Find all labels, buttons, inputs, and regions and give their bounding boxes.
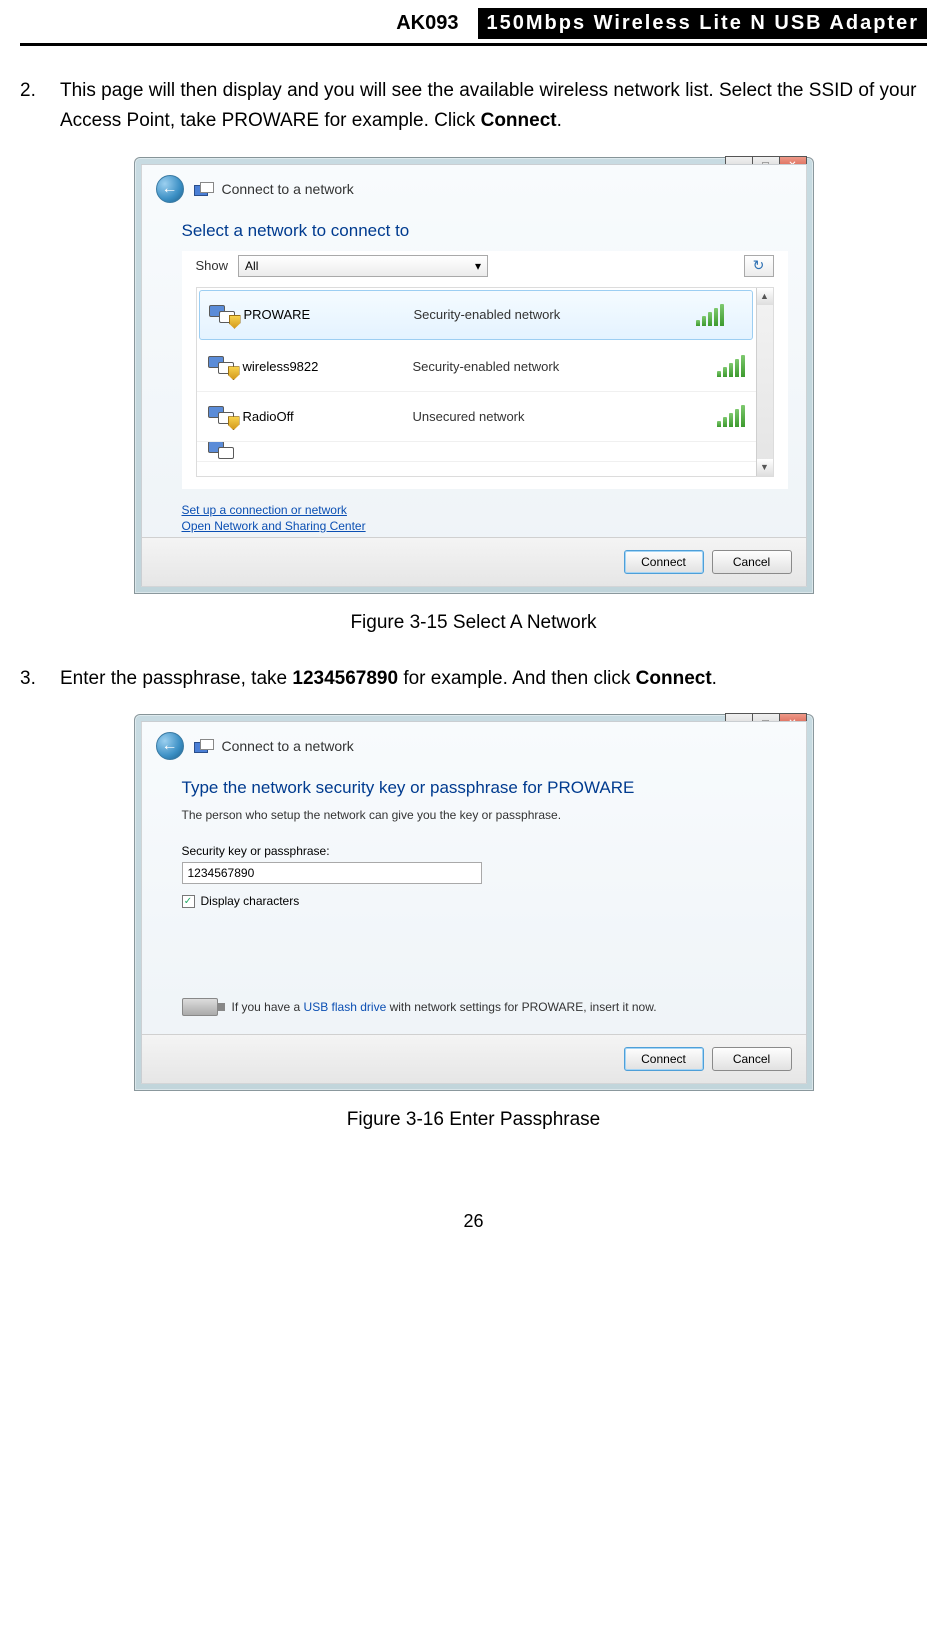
step-3-bold-1: 1234567890 [292,668,398,689]
window-title: Connect to a network [222,181,354,197]
signal-strength-icon [696,304,724,326]
usb-flash-drive-link[interactable]: USB flash drive [304,1000,387,1014]
usb-drive-icon [182,998,218,1016]
network-icon [194,182,212,196]
network-name: wireless9822 [243,359,413,374]
step-3-after: . [712,668,717,689]
step-2-body: This page will then display and you will… [60,76,927,137]
below-links: Set up a connection or network Open Netw… [182,503,788,533]
network-icon [194,739,212,753]
network-name: RadioOff [243,409,413,424]
header-model: AK093 [396,12,458,35]
usb-hint-row: If you have a USB flash drive with netwo… [182,998,788,1016]
network-item-partial[interactable] [197,442,773,462]
page-number: 26 [20,1211,927,1232]
network-desc: Security-enabled network [413,359,717,374]
step-3: 3. Enter the passphrase, take 1234567890… [20,664,927,694]
cancel-button[interactable]: Cancel [712,550,792,574]
window-titlebar: ← Connect to a network [142,165,806,213]
window-titlebar: ← Connect to a network [142,722,806,770]
step-2-number: 2. [20,76,60,137]
display-characters-label: Display characters [201,894,300,908]
figure-caption-1: Figure 3-15 Select A Network [20,612,927,634]
passphrase-input[interactable]: 1234567890 [182,862,482,884]
network-unsecured-icon [205,402,243,430]
step-3-number: 3. [20,664,60,694]
display-characters-checkbox[interactable]: ✓ [182,895,195,908]
usb-hint-after: with network settings for PROWARE, inser… [386,1000,656,1014]
signal-strength-icon [717,355,745,377]
network-item-radiooff[interactable]: RadioOff Unsecured network [197,392,773,442]
passphrase-subtext: The person who setup the network can giv… [182,808,788,822]
show-dropdown[interactable]: All ▾ [238,255,488,277]
step-2: 2. This page will then display and you w… [20,76,927,137]
network-secured-icon [206,301,244,329]
back-button[interactable]: ← [156,732,184,760]
open-sharing-center-link[interactable]: Open Network and Sharing Center [182,519,366,533]
enter-passphrase-window: ─ □ ✕ ← Connect to a network Type the ne… [134,714,814,1091]
passphrase-form: Security key or passphrase: 1234567890 ✓… [182,844,788,908]
scroll-up-icon[interactable]: ▲ [757,288,773,305]
back-button[interactable]: ← [156,175,184,203]
show-label: Show [196,258,229,273]
button-row: Connect Cancel [142,537,806,586]
network-icon [205,442,243,462]
cancel-button[interactable]: Cancel [712,1047,792,1071]
network-desc: Security-enabled network [414,307,696,322]
chevron-down-icon: ▾ [475,259,481,273]
step-3-body: Enter the passphrase, take 1234567890 fo… [60,664,927,694]
usb-hint-before: If you have a [232,1000,304,1014]
step-3-text-1: Enter the passphrase, take [60,668,292,689]
passphrase-heading: Type the network security key or passphr… [182,778,788,798]
scroll-down-icon[interactable]: ▼ [757,459,773,476]
show-dropdown-value: All [245,259,258,273]
button-row: Connect Cancel [142,1034,806,1083]
refresh-icon: ↻ [753,257,765,274]
passphrase-field-label: Security key or passphrase: [182,844,788,858]
network-pane: Show All ▾ ↻ ▲ ▼ [182,251,788,489]
network-item-wireless9822[interactable]: wireless9822 Security-enabled network [197,342,773,392]
window-title: Connect to a network [222,738,354,754]
network-name: PROWARE [244,307,414,322]
step-2-bold: Connect [481,110,557,131]
display-characters-row: ✓ Display characters [182,894,788,908]
header-product: 150Mbps Wireless Lite N USB Adapter [478,8,927,39]
select-network-heading: Select a network to connect to [182,221,788,241]
figure-caption-2: Figure 3-16 Enter Passphrase [20,1109,927,1131]
step-3-bold-2: Connect [636,668,712,689]
signal-strength-icon [717,405,745,427]
network-desc: Unsecured network [413,409,717,424]
setup-connection-link[interactable]: Set up a connection or network [182,503,347,517]
arrow-left-icon: ← [162,180,178,198]
connect-button[interactable]: Connect [624,550,704,574]
network-secured-icon [205,352,243,380]
select-network-window: ─ □ ✕ ← Connect to a network Select a ne… [134,157,814,594]
step-3-mid: for example. And then click [398,668,636,689]
page-header: AK093 150Mbps Wireless Lite N USB Adapte… [20,0,927,46]
arrow-left-icon: ← [162,737,178,755]
refresh-button[interactable]: ↻ [744,255,774,277]
connect-button[interactable]: Connect [624,1047,704,1071]
show-filter-row: Show All ▾ ↻ [182,251,788,287]
passphrase-value: 1234567890 [188,866,255,880]
scrollbar[interactable]: ▲ ▼ [756,288,773,476]
network-item-proware[interactable]: PROWARE Security-enabled network [199,290,753,340]
network-list: ▲ ▼ PROWARE Security-enabled network [196,287,774,477]
step-2-after: . [557,110,562,131]
